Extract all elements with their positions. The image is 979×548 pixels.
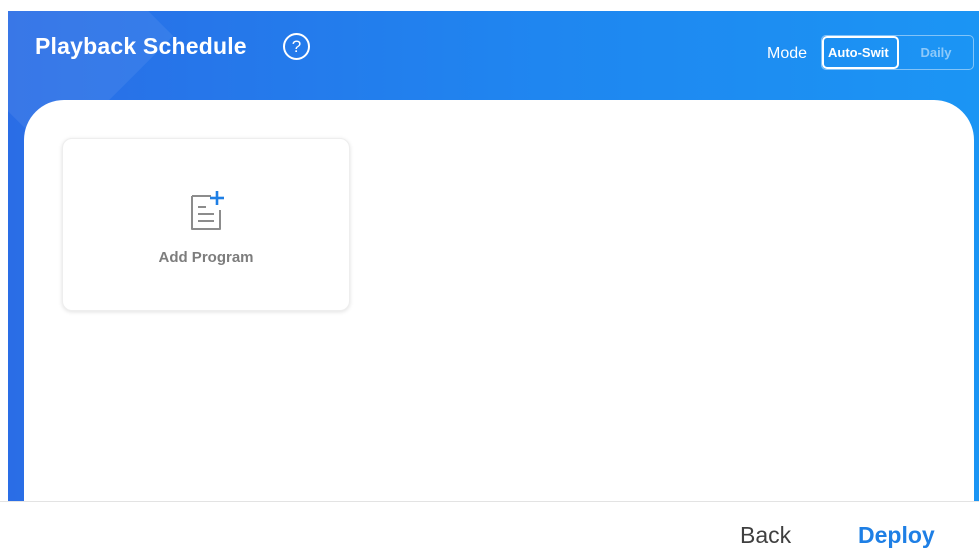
main-content-panel: Add Program [24,100,974,540]
add-program-label: Add Program [158,249,254,266]
deploy-button[interactable]: Deploy [858,522,935,548]
mode-toggle: Auto-Swit Daily [821,35,974,70]
mode-option-daily[interactable]: Daily [899,36,973,69]
playback-schedule-screen: Playback Schedule ? Mode Auto-Swit Daily… [0,0,979,548]
footer-bar: Back Deploy [0,501,979,548]
question-circle-icon[interactable]: ? [283,33,310,60]
mode-option-auto-switch[interactable]: Auto-Swit [822,36,899,69]
add-program-card[interactable]: Add Program [62,138,350,311]
page-title: Playback Schedule [35,33,247,59]
back-button[interactable]: Back [740,522,791,548]
mode-label: Mode [767,45,808,62]
document-add-icon [191,191,224,230]
